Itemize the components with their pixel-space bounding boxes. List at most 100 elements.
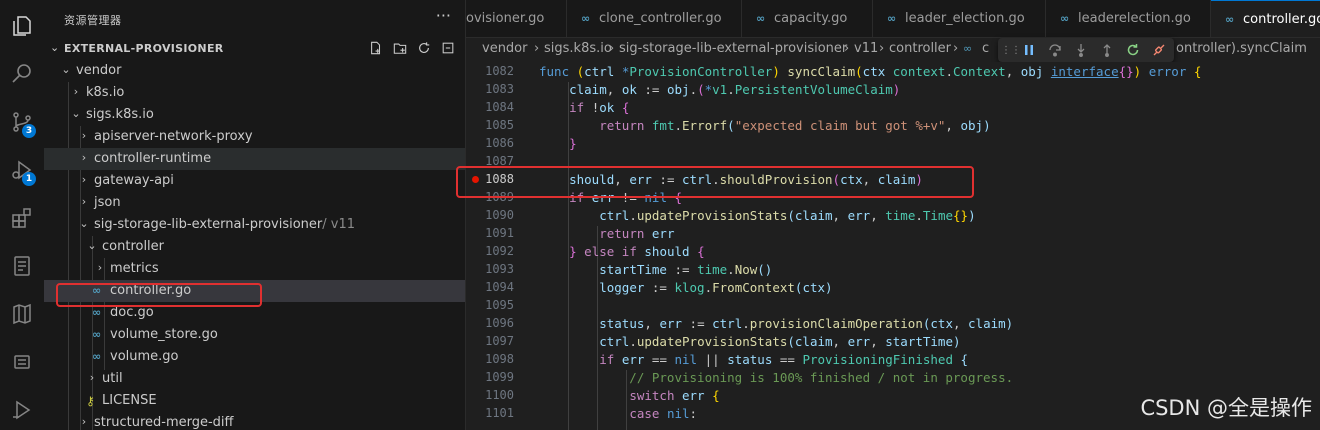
tree-file-volume-store-go[interactable]: ∞ volume_store.go [44, 324, 465, 346]
tree-file-volume-go[interactable]: ∞ volume.go [44, 346, 465, 368]
tree-folder-controller[interactable]: ⌄ controller [44, 236, 465, 258]
chevron-right-icon: › [97, 261, 103, 274]
line-number: 1099 [485, 370, 514, 384]
step-over-icon[interactable] [1046, 41, 1064, 59]
code-line[interactable]: 1094 logger := klog.FromContext(ctx) [466, 278, 1320, 296]
code-line[interactable]: 1098 if err == nil || status == Provisio… [466, 350, 1320, 368]
new-file-icon[interactable] [367, 39, 385, 57]
code-line[interactable]: 1083 claim, ok := obj.(*v1.PersistentVol… [466, 80, 1320, 98]
breadcrumb-item[interactable]: c [982, 41, 989, 56]
breadcrumb-item[interactable]: sigs.k8s.io [544, 41, 612, 56]
license-icon: ⚷ [86, 394, 95, 408]
code-line[interactable]: 1091 return err [466, 224, 1320, 242]
chevron-right-icon: › [81, 195, 87, 208]
code-line[interactable]: 1090 ctrl.updateProvisionStats(claim, er… [466, 206, 1320, 224]
tree-folder-util[interactable]: › util [44, 368, 465, 390]
collapse-all-icon[interactable] [439, 39, 457, 57]
refresh-icon[interactable] [415, 39, 433, 57]
drag-handle-icon[interactable]: ⋮⋮ [1001, 41, 1021, 59]
chevron-down-icon: ⌄ [50, 41, 60, 54]
code-line[interactable]: 1099 // Provisioning is 100% finished / … [466, 368, 1320, 386]
code-line[interactable]: 1087 [466, 152, 1320, 170]
step-into-icon[interactable] [1072, 41, 1090, 59]
chevron-right-icon: › [879, 41, 885, 56]
go-file-icon: ∞ [92, 350, 102, 363]
tree-folder-controller-runtime[interactable]: › controller-runtime [44, 148, 465, 170]
tree-folder-vendor[interactable]: ⌄ vendor [44, 60, 465, 82]
code-line[interactable]: 1093 startTime := time.Now() [466, 260, 1320, 278]
tree-item-label: controller-runtime [94, 151, 212, 166]
code-text: } else if should { [569, 244, 705, 259]
code-line[interactable]: 1097 ctrl.updateProvisionStats(claim, er… [466, 332, 1320, 350]
extensions-icon[interactable] [0, 198, 44, 238]
tab-controller-go[interactable]: ∞ controller.go [1211, 0, 1320, 37]
new-folder-icon[interactable] [391, 39, 409, 57]
source-control-icon[interactable]: 3 [0, 102, 44, 142]
disconnect-icon[interactable] [1150, 41, 1168, 59]
activity-bar: 3 1 [0, 0, 45, 430]
workspace-name: EXTERNAL-PROVISIONER [64, 42, 224, 55]
search-icon[interactable] [0, 54, 44, 94]
code-line[interactable]: 1095 [466, 296, 1320, 314]
line-number: 1093 [485, 262, 514, 276]
go-file-icon: ∞ [963, 42, 973, 55]
line-number: 1098 [485, 352, 514, 366]
go-file-icon: ∞ [1225, 13, 1235, 26]
chevron-down-icon: ⌄ [79, 217, 89, 230]
code-line-breakpoint[interactable]: 1088 should, err := ctrl.shouldProvision… [466, 170, 1320, 188]
tab-leader-election-go[interactable]: ∞ leader_election.go [873, 0, 1046, 37]
code-line[interactable]: 1082 func (ctrl *ProvisionController) sy… [466, 62, 1320, 80]
line-number: 1088 [485, 172, 514, 186]
code-text: return err [599, 226, 675, 241]
code-line[interactable]: 1084 if !ok { [466, 98, 1320, 116]
breadcrumb-symbol[interactable]: ontroller).syncClaim [1176, 41, 1307, 56]
remote-explorer-icon[interactable] [0, 246, 44, 286]
tree-folder-structured-merge-diff[interactable]: › structured-merge-diff [44, 412, 465, 430]
tree-folder-gateway-api[interactable]: › gateway-api [44, 170, 465, 192]
tab-provisioner-go[interactable]: ovisioner.go [466, 0, 567, 37]
deploy-icon[interactable] [0, 390, 44, 430]
line-number: 1085 [485, 118, 514, 132]
chevron-down-icon: ⌄ [87, 239, 97, 252]
line-number: 1100 [485, 388, 514, 402]
breadcrumb-item[interactable]: sig-storage-lib-external-provisioner [619, 41, 847, 56]
more-actions-icon[interactable]: ··· [436, 6, 451, 25]
pause-icon[interactable] [1020, 41, 1038, 59]
tree-folder-apiserver-network-proxy[interactable]: › apiserver-network-proxy [44, 126, 465, 148]
output-icon[interactable] [0, 342, 44, 382]
breadcrumb-item[interactable]: controller [889, 41, 951, 56]
line-number: 1089 [485, 190, 514, 204]
tree-folder-sig-storage-lib[interactable]: ⌄ sig-storage-lib-external-provisioner/ … [44, 214, 465, 236]
tree-folder-sigs-k8s-io[interactable]: ⌄ sigs.k8s.io [44, 104, 465, 126]
tab-capacity-go[interactable]: ∞ capacity.go [742, 0, 873, 37]
code-text: should, err := ctrl.shouldProvision(ctx,… [569, 172, 923, 187]
tab-clone-controller-go[interactable]: ∞ clone_controller.go [567, 0, 742, 37]
code-line[interactable]: 1086 } [466, 134, 1320, 152]
chevron-right-icon: › [953, 41, 959, 56]
tree-file-license[interactable]: ⚷ LICENSE [44, 390, 465, 412]
code-editor[interactable]: 1082 func (ctrl *ProvisionController) sy… [466, 62, 1320, 430]
tree-item-label: gateway-api [94, 173, 174, 188]
tree-folder-json[interactable]: › json [44, 192, 465, 214]
tree-item-label: structured-merge-diff [94, 415, 234, 430]
tree-file-doc-go[interactable]: ∞ doc.go [44, 302, 465, 324]
tab-leaderelection-go[interactable]: ∞ leaderelection.go [1046, 0, 1211, 37]
tree-file-controller-go[interactable]: ∞ controller.go [44, 280, 465, 302]
line-number: 1095 [485, 298, 514, 312]
code-line[interactable]: 1085 return fmt.Errorf("expected claim b… [466, 116, 1320, 134]
go-file-icon: ∞ [92, 328, 102, 341]
run-debug-icon[interactable]: 1 [0, 150, 44, 190]
workspace-section-header[interactable]: ⌄ EXTERNAL-PROVISIONER [44, 38, 465, 60]
tree-folder-k8s-io[interactable]: › k8s.io [44, 82, 465, 104]
files-icon[interactable] [0, 6, 44, 46]
code-line[interactable]: 1096 status, err := ctrl.provisionClaimO… [466, 314, 1320, 332]
code-line[interactable]: 1092 } else if should { [466, 242, 1320, 260]
breadcrumb-item[interactable]: vendor [482, 41, 527, 56]
source-control-badge: 3 [22, 124, 36, 138]
code-line[interactable]: 1089 if err != nil { [466, 188, 1320, 206]
breadcrumb-item[interactable]: v11 [854, 41, 878, 56]
testing-icon[interactable] [0, 294, 44, 334]
restart-icon[interactable] [1124, 41, 1142, 59]
tree-folder-metrics[interactable]: › metrics [44, 258, 465, 280]
step-out-icon[interactable] [1098, 41, 1116, 59]
